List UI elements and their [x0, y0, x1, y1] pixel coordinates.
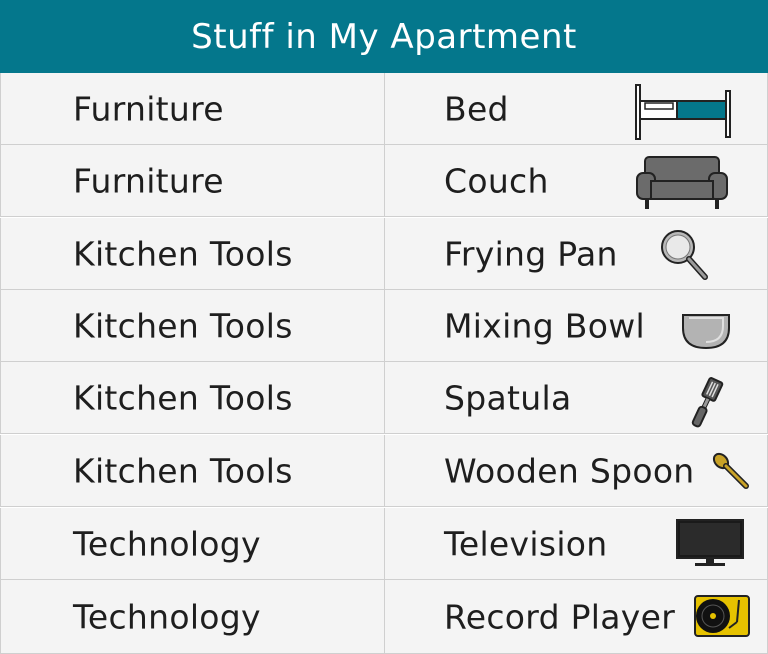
frying-pan-icon	[661, 230, 708, 280]
category-label: Kitchen Tools	[73, 234, 293, 273]
item-label: Frying Pan	[444, 234, 618, 273]
category-cell: Kitchen Tools	[0, 435, 385, 507]
mixing-bowl-icon	[682, 314, 730, 350]
item-cell: Mixing Bowl	[385, 290, 768, 362]
record-player-icon	[694, 595, 750, 637]
spatula-icon	[691, 377, 724, 428]
category-cell: Furniture	[0, 73, 385, 145]
item-cell: Bed	[385, 73, 768, 145]
category-label: Kitchen Tools	[73, 378, 293, 417]
item-cell: Couch	[385, 145, 768, 217]
category-cell: Technology	[0, 508, 385, 580]
table-row: Kitchen Tools Frying Pan	[0, 218, 768, 290]
item-label: Television	[444, 524, 608, 563]
bed-icon	[635, 84, 731, 140]
television-icon	[676, 519, 744, 566]
table-row: Kitchen Tools Wooden Spoon	[0, 435, 768, 507]
item-label: Record Player	[444, 597, 676, 636]
item-cell: Television	[385, 508, 768, 580]
item-label: Bed	[444, 89, 509, 128]
item-label: Mixing Bowl	[444, 306, 645, 345]
table-row: Furniture Bed	[0, 73, 768, 145]
item-cell: Spatula	[385, 362, 768, 434]
item-cell: Record Player	[385, 580, 768, 654]
category-cell: Kitchen Tools	[0, 362, 385, 434]
table-row: Furniture Couch	[0, 145, 768, 217]
couch-icon	[636, 156, 728, 209]
category-cell: Technology	[0, 580, 385, 654]
table-row: Kitchen Tools Spatula	[0, 362, 768, 434]
category-cell: Kitchen Tools	[0, 218, 385, 290]
item-cell: Wooden Spoon	[385, 435, 768, 507]
category-label: Furniture	[73, 89, 224, 128]
item-label: Couch	[444, 161, 549, 200]
category-cell: Kitchen Tools	[0, 290, 385, 362]
item-label: Wooden Spoon	[444, 451, 695, 490]
table-title: Stuff in My Apartment	[0, 0, 768, 73]
item-cell: Frying Pan	[385, 218, 768, 290]
apartment-table: Stuff in My Apartment Furniture Bed Furn…	[0, 0, 768, 654]
category-label: Technology	[73, 597, 261, 636]
category-label: Technology	[73, 524, 261, 563]
item-label: Spatula	[444, 378, 572, 417]
table-row: Technology Record Player	[0, 580, 768, 654]
category-cell: Furniture	[0, 145, 385, 217]
category-label: Furniture	[73, 161, 224, 200]
category-label: Kitchen Tools	[73, 306, 293, 345]
table-row: Technology Television	[0, 508, 768, 580]
wooden-spoon-icon	[712, 452, 749, 489]
table-row: Kitchen Tools Mixing Bowl	[0, 290, 768, 362]
category-label: Kitchen Tools	[73, 451, 293, 490]
